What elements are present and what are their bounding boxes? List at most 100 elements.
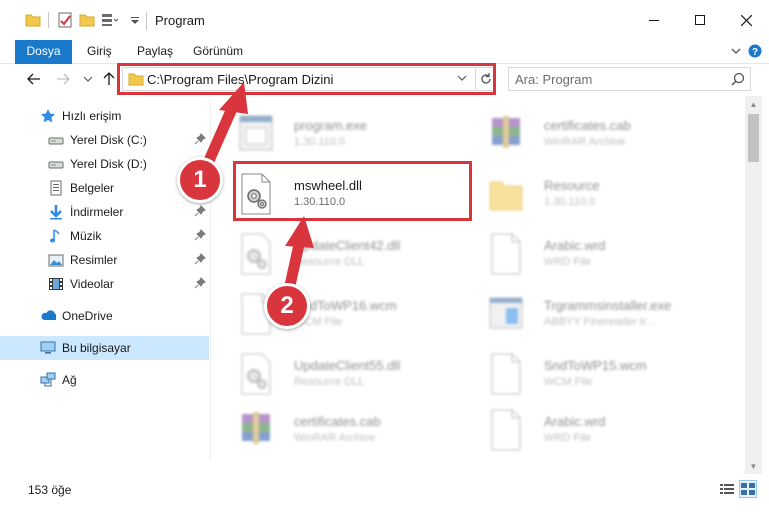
file-name: certificates.cab — [294, 414, 381, 429]
arrow-right-icon — [57, 73, 70, 85]
pin-icon — [194, 133, 206, 145]
file-item[interactable]: Resource 1.30.110.0 — [462, 166, 712, 222]
ribbon-tabs: Dosya Giriş Paylaş Görünüm ? — [0, 40, 769, 64]
qa-divider — [48, 12, 49, 28]
tab-home[interactable]: Giriş — [87, 40, 112, 64]
details-view-icon — [720, 484, 734, 494]
file-detail: WRD File — [544, 432, 592, 444]
this-pc-icon — [40, 341, 56, 354]
installer-icon — [489, 297, 523, 329]
file-detail: WRD File — [544, 256, 592, 268]
sidebar-item-downloads[interactable]: İndirmeler — [0, 200, 209, 224]
file-item[interactable]: certificates.cab WinRAR Archive — [462, 106, 712, 162]
sidebar-item-this-pc[interactable]: Bu bilgisayar — [0, 336, 209, 360]
view-options-icon[interactable] — [101, 12, 119, 28]
scroll-down-icon[interactable]: ▼ — [749, 462, 758, 471]
blank-file-icon — [491, 233, 521, 275]
sidebar-item-videos[interactable]: Videolar — [0, 272, 209, 296]
scroll-thumb[interactable] — [748, 114, 759, 162]
file-detail: Resource DLL — [294, 376, 365, 388]
file-name: certificates.cab — [544, 118, 631, 133]
file-item[interactable]: certificates.cab WinRAR Archive — [212, 402, 462, 458]
file-item[interactable]: Trgrammsinstaller.exe ABBYY Finereader t… — [462, 286, 712, 342]
folder-icon[interactable] — [25, 12, 41, 28]
scroll-up-icon[interactable]: ▲ — [749, 100, 758, 109]
music-icon — [50, 229, 60, 243]
file-detail: WCM File — [544, 376, 593, 388]
search-input[interactable] — [515, 71, 715, 87]
blank-file-icon — [491, 409, 521, 451]
dll-gear-icon — [241, 233, 271, 275]
file-item[interactable]: program.exe 1.30.110.0 — [212, 106, 462, 162]
file-name: Trgrammsinstaller.exe — [544, 298, 672, 313]
close-button[interactable] — [723, 0, 769, 40]
sidebar-item-drive-c[interactable]: Yerel Disk (C:) — [0, 128, 209, 152]
file-name: UpdateClient42.dll — [294, 238, 401, 253]
tab-share[interactable]: Paylaş — [137, 40, 173, 64]
minimize-button[interactable] — [631, 0, 677, 40]
sidebar-item-label: Yerel Disk (C:) — [70, 133, 147, 147]
arrow-up-icon — [103, 72, 115, 85]
file-item[interactable]: UpdateClient55.dll Resource DLL — [212, 346, 462, 402]
drive-icon — [48, 161, 64, 169]
sidebar-item-quick-access[interactable]: Hızlı erişim — [0, 104, 209, 128]
file-detail: 1.30.110.0 — [294, 136, 346, 148]
details-view-button[interactable] — [718, 480, 736, 498]
sidebar-item-label: OneDrive — [62, 309, 113, 323]
maximize-button[interactable] — [677, 0, 723, 40]
expand-ribbon-icon[interactable] — [730, 44, 742, 58]
file-item[interactable]: Arabic.wrd WRD File — [462, 402, 712, 458]
vertical-scrollbar[interactable]: ▲ ▼ — [745, 96, 762, 474]
title-divider — [146, 12, 147, 30]
search-box[interactable] — [508, 67, 751, 91]
file-name: Arabic.wrd — [544, 238, 606, 253]
help-icon[interactable]: ? — [748, 44, 762, 58]
chevron-down-icon — [83, 76, 93, 82]
downloads-icon — [50, 205, 62, 220]
file-name: program.exe — [294, 118, 367, 133]
sidebar-item-onedrive[interactable]: OneDrive — [0, 304, 209, 328]
tiles-view-button[interactable] — [739, 480, 757, 498]
tab-view[interactable]: Görünüm — [193, 40, 243, 64]
step-marker-2: 2 — [264, 283, 310, 329]
file-item[interactable]: UpdateClient42.dll Resource DLL — [212, 226, 462, 282]
file-name: Resource — [544, 178, 600, 193]
step-marker-1: 1 — [177, 157, 223, 203]
videos-icon — [49, 278, 63, 290]
sidebar-item-label: Belgeler — [70, 181, 115, 195]
sidebar-item-network[interactable]: Ağ — [0, 368, 209, 392]
close-icon — [740, 14, 752, 26]
file-highlight-box — [233, 161, 472, 221]
recent-locations-button[interactable] — [78, 69, 98, 89]
navigation-pane: Hızlı erişim Yerel Disk (C:) Yerel Disk … — [0, 100, 210, 460]
tab-file[interactable]: Dosya — [15, 40, 72, 64]
maximize-icon — [695, 15, 705, 25]
pane-divider — [210, 100, 211, 460]
file-detail: WinRAR Archive — [544, 136, 626, 148]
title-bar: Program — [0, 0, 769, 40]
drive-icon — [48, 137, 64, 145]
up-button[interactable] — [99, 69, 119, 89]
network-icon — [40, 372, 56, 387]
file-name: SndToWP15.wcm — [544, 358, 647, 373]
arrow-left-icon — [27, 73, 40, 85]
sidebar-item-label: Yerel Disk (D:) — [70, 157, 147, 171]
pin-icon — [194, 253, 206, 265]
file-item[interactable]: SndToWP16.wcm WCM File — [212, 286, 462, 342]
file-name: UpdateClient55.dll — [294, 358, 401, 373]
file-item[interactable]: Arabic.wrd WRD File — [462, 226, 712, 282]
back-button[interactable] — [24, 69, 44, 89]
new-folder-icon[interactable] — [79, 12, 95, 28]
customize-toolbar-icon[interactable] — [130, 12, 140, 28]
sidebar-item-pictures[interactable]: Resimler — [0, 248, 209, 272]
sidebar-item-label: Müzik — [70, 229, 102, 243]
sidebar-item-music[interactable]: Müzik — [0, 224, 209, 248]
sidebar-item-label: İndirmeler — [70, 205, 124, 219]
properties-icon[interactable] — [57, 12, 73, 28]
sidebar-item-label: Videolar — [70, 277, 114, 291]
file-item[interactable]: SndToWP15.wcm WCM File — [462, 346, 712, 402]
exe-icon — [239, 115, 273, 151]
blank-file-icon — [491, 353, 521, 395]
address-highlight-box — [117, 63, 496, 95]
forward-button[interactable] — [53, 69, 73, 89]
